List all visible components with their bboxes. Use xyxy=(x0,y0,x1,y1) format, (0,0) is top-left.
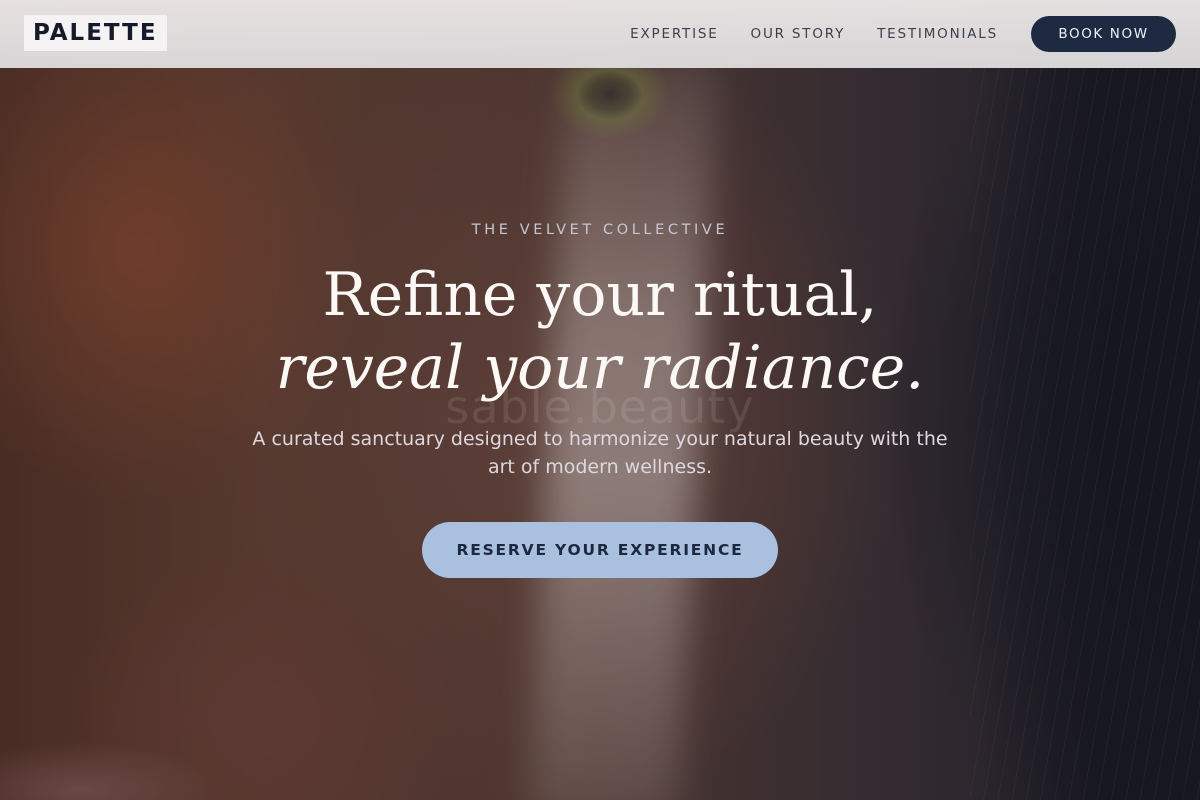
reserve-experience-button[interactable]: RESERVE YOUR EXPERIENCE xyxy=(422,522,778,578)
hero-headline-line1: Refine your ritual, xyxy=(322,260,878,330)
hero-headline-line2: reveal your radiance. xyxy=(275,333,925,403)
hero-subtext: A curated sanctuary designed to harmoniz… xyxy=(252,428,948,478)
hero-section: THE VELVET COLLECTIVE Refine your ritual… xyxy=(0,0,1200,800)
hero-eyebrow: THE VELVET COLLECTIVE xyxy=(471,222,729,238)
page: PALETTE EXPERTISE OUR STORY TESTIMONIALS… xyxy=(0,0,1200,800)
